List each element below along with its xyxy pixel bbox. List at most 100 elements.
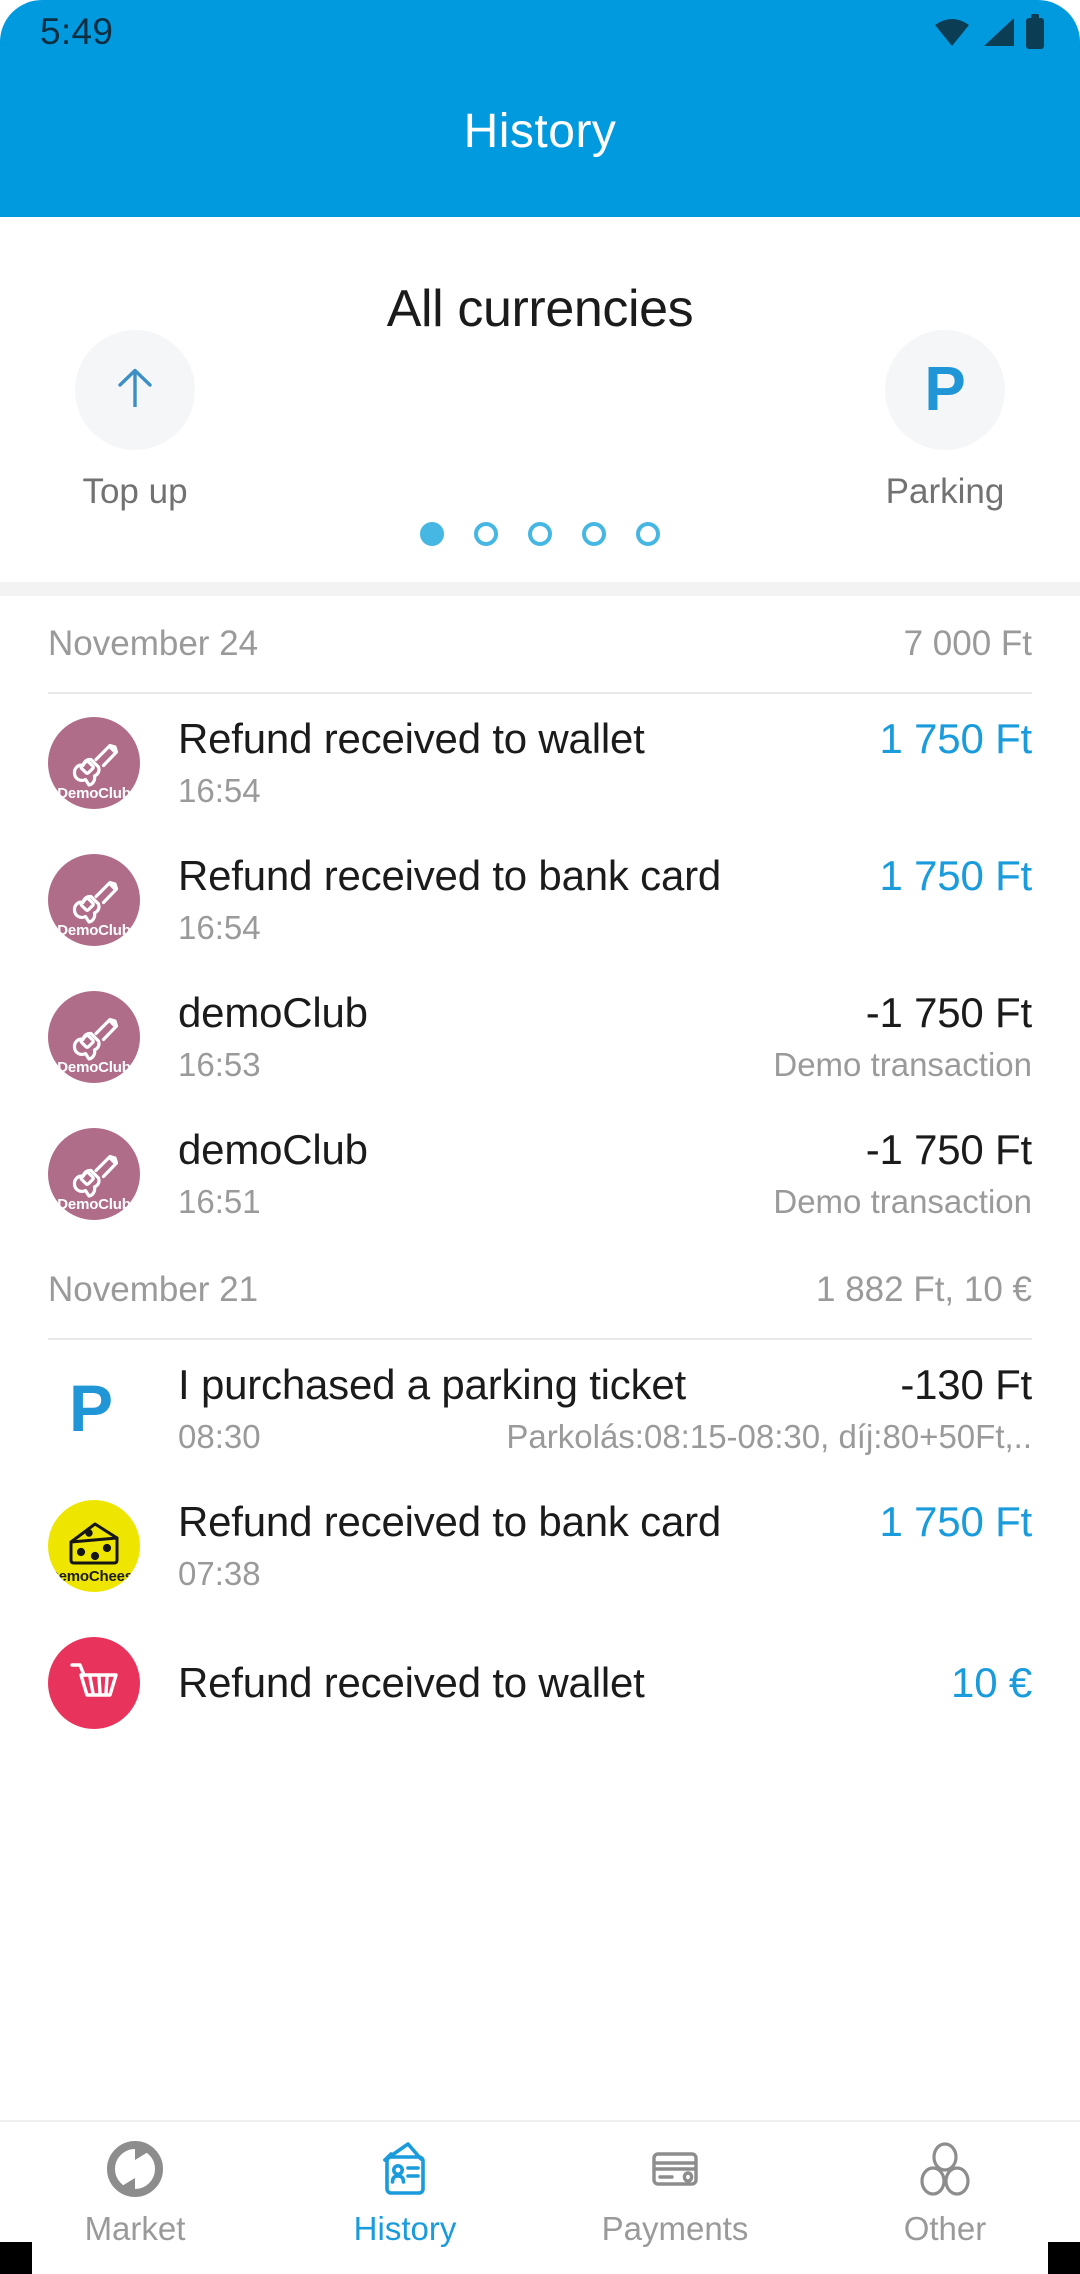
transaction-body: demoClub -1 750 Ft 16:53 Demo transaction (178, 989, 1032, 1084)
transaction-body: Refund received to wallet 1 750 Ft 16:54 (178, 715, 1032, 810)
status-clock: 5:49 (40, 11, 114, 52)
nav-item-payments[interactable]: Payments (540, 2122, 810, 2274)
nav-item-label: Other (903, 2210, 987, 2247)
date-group-total: 7 000 Ft (903, 624, 1032, 663)
transaction-row[interactable]: DemoClub Refund received to bank card 1 75… (0, 831, 1080, 968)
guitar-icon (65, 871, 123, 929)
transaction-row[interactable]: P I purchased a parking ticket -130 Ft 08:3… (0, 1340, 1080, 1477)
transaction-title: I purchased a parking ticket (178, 1361, 687, 1408)
transaction-row[interactable]: Refund received to wallet 10 € (0, 1614, 1080, 1751)
transaction-body: Refund received to bank card 1 750 Ft 07:3… (178, 1498, 1032, 1593)
nav-item-market[interactable]: Market (0, 2122, 270, 2274)
avatar (48, 1636, 140, 1729)
transaction-title: demoClub (178, 989, 368, 1036)
nav-item-label: Payments (601, 2210, 749, 2247)
page-title: History (463, 105, 617, 158)
transaction-primary-line: Refund received to bank card 1 750 Ft (178, 1498, 1032, 1546)
transaction-primary-line: Refund received to wallet 10 € (178, 1659, 1032, 1707)
transaction-primary-line: I purchased a parking ticket -130 Ft (178, 1361, 1032, 1409)
transaction-primary-line: Refund received to bank card 1 750 Ft (178, 852, 1032, 900)
transaction-time: 16:51 (178, 1183, 261, 1220)
transaction-title: Refund received to bank card (178, 1498, 722, 1545)
transaction-row[interactable]: DemoClub Refund received to wallet 1 750 F… (0, 694, 1080, 831)
transaction-time: 07:38 (178, 1555, 261, 1592)
parking-p-icon: P (924, 355, 966, 424)
date-group-label: November 21 (48, 1270, 259, 1309)
cheese-icon (65, 1520, 123, 1572)
transaction-amount: -130 Ft (900, 1361, 1032, 1408)
transaction-title: Refund received to wallet (178, 1658, 645, 1706)
transaction-body: demoClub -1 750 Ft 16:51 Demo transaction (178, 1126, 1032, 1221)
cellular-signal-icon (980, 16, 1016, 48)
topup-label: Top up (82, 472, 188, 511)
transaction-amount: -1 750 Ft (865, 989, 1032, 1036)
date-group-header: November 21 1 882 Ft, 10 € (0, 1242, 1080, 1338)
transaction-row[interactable]: DemoCheese Refund received to bank card 1 … (0, 1477, 1080, 1614)
transaction-row[interactable]: DemoClub demoClub -1 750 Ft 16:53 Demo trans… (0, 968, 1080, 1105)
guitar-icon (65, 1008, 123, 1066)
transaction-note: Demo transaction (773, 1183, 1032, 1220)
transaction-amount: 1 750 Ft (879, 1498, 1033, 1545)
nav-item-other[interactable]: Other (810, 2122, 1080, 2274)
phone-screen: 5:49 History All currencies Top up P Par… (0, 0, 1080, 2274)
wifi-icon (932, 16, 972, 48)
avatar-brand-name: DemoClub (57, 784, 131, 802)
transaction-primary-line: Refund received to wallet 1 750 Ft (178, 715, 1032, 763)
carousel-pagination[interactable] (0, 522, 1080, 546)
pagination-dot[interactable] (528, 522, 552, 546)
avatar: DemoClub (48, 1127, 140, 1220)
transaction-list[interactable]: November 24 7 000 Ft DemoClub Refund receiv… (0, 582, 1080, 2120)
parking-label: Parking (885, 472, 1005, 511)
avatar-brand-name: DemoClub (57, 921, 131, 939)
transaction-time: 16:53 (178, 1046, 261, 1083)
transaction-secondary-line: 07:38 (178, 1555, 1032, 1593)
transaction-primary-line: demoClub -1 750 Ft (178, 989, 1032, 1037)
app-bar: 5:49 History (0, 0, 1080, 217)
transaction-primary-line: demoClub -1 750 Ft (178, 1126, 1032, 1174)
transaction-amount: 1 750 Ft (879, 715, 1033, 762)
wallet-card: All currencies Top up P Parking (0, 217, 1080, 582)
nav-item-label: History (353, 2210, 457, 2247)
corner-notch-right (1048, 2242, 1080, 2274)
arrow-up-icon (104, 357, 166, 424)
transaction-secondary-line: 16:54 (178, 772, 1032, 810)
parking-action[interactable]: P Parking (845, 330, 1045, 512)
bottom-navigation[interactable]: Market History Payments Other (0, 2120, 1080, 2274)
date-group-header: November 24 7 000 Ft (0, 596, 1080, 692)
corner-notch-left (0, 2242, 32, 2274)
shopping-cart-icon (66, 1657, 122, 1709)
topup-action[interactable]: Top up (35, 330, 235, 512)
avatar: P (48, 1363, 140, 1455)
pagination-dot[interactable] (474, 522, 498, 546)
status-bar: 5:49 (0, 0, 1080, 64)
pagination-dot[interactable] (582, 522, 606, 546)
id-card-icon (374, 2138, 436, 2200)
date-group-label: November 24 (48, 624, 259, 663)
svg-text:P: P (69, 1371, 113, 1445)
three-circles-icon (914, 2138, 976, 2200)
transaction-amount: 1 750 Ft (879, 852, 1033, 899)
transaction-body: I purchased a parking ticket -130 Ft 08:30… (178, 1361, 1032, 1456)
guitar-icon (65, 1145, 123, 1203)
avatar: DemoClub (48, 716, 140, 809)
parking-p-icon: P (59, 1369, 129, 1449)
list-top-spacer (0, 582, 1080, 596)
date-group-total: 1 882 Ft, 10 € (816, 1270, 1032, 1309)
transaction-row[interactable]: DemoClub demoClub -1 750 Ft 16:51 Demo trans… (0, 1105, 1080, 1242)
avatar: DemoClub (48, 853, 140, 946)
nav-item-history[interactable]: History (270, 2122, 540, 2274)
transaction-body: Refund received to wallet 10 € (178, 1659, 1032, 1707)
avatar-brand-name: DemoClub (57, 1058, 131, 1076)
transaction-time: 16:54 (178, 909, 261, 946)
topup-circle (75, 330, 195, 450)
guitar-icon (65, 734, 123, 792)
pagination-dot[interactable] (636, 522, 660, 546)
transaction-body: Refund received to bank card 1 750 Ft 16:5… (178, 852, 1032, 947)
sync-circle-icon (104, 2138, 166, 2200)
parking-circle: P (885, 330, 1005, 450)
pagination-dot[interactable] (420, 522, 444, 546)
status-icons (932, 14, 1046, 50)
transaction-title: demoClub (178, 1126, 368, 1173)
avatar: DemoCheese (48, 1499, 140, 1592)
transaction-amount: 10 € (951, 1658, 1032, 1706)
